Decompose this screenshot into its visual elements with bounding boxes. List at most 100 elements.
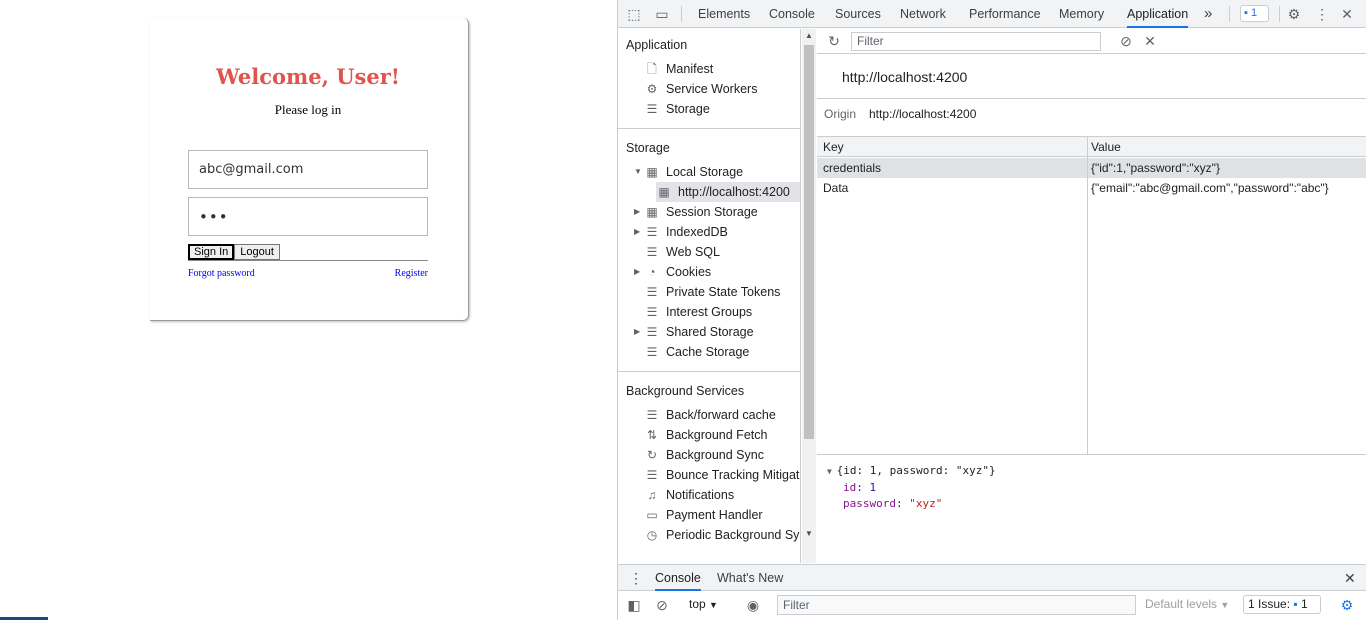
toolbar-separator (681, 6, 682, 22)
storage-main-panel: ↻ Filter ⊘ ✕ http://localhost:4200 Origi… (817, 29, 1366, 563)
sidebar-item-payment-handler[interactable]: ▭ Payment Handler (646, 505, 763, 525)
sidebar-toggle-icon[interactable]: ◧ (625, 596, 643, 614)
sidebar-item-label: Background Fetch (666, 428, 768, 442)
origin-value: http://localhost:4200 (869, 107, 977, 121)
sidebar-item-private-state-tokens[interactable]: ☰ Private State Tokens (647, 282, 781, 302)
context-selector[interactable]: top ▼ (689, 597, 718, 611)
sidebar-item-session-storage[interactable]: ▶ ▦ Session Storage (634, 202, 758, 222)
sidebar-item-periodic-background-sync[interactable]: ◷ Periodic Background Sync (647, 525, 800, 545)
eye-icon[interactable]: ◉ (744, 596, 762, 614)
expanded-arrow-icon[interactable]: ▼ (634, 162, 642, 182)
collapsed-arrow-icon[interactable]: ▶ (634, 262, 642, 282)
column-header-key[interactable]: Key (817, 137, 1087, 157)
dropdown-arrow-icon: ▼ (709, 600, 718, 610)
scroll-down-icon[interactable]: ▼ (805, 529, 813, 538)
table-row[interactable]: Data {"email":"abc@gmail.com","password"… (817, 178, 1366, 198)
sidebar-item-label: Payment Handler (666, 508, 763, 522)
sidebar-item-storage[interactable]: ☰ Storage (647, 99, 710, 119)
sidebar-item-web-sql[interactable]: ☰ Web SQL (647, 242, 720, 262)
device-toolbar-icon[interactable]: ▭ (653, 5, 671, 23)
console-filter-input[interactable]: Filter (777, 595, 1136, 615)
sidebar-item-label: Web SQL (666, 245, 720, 259)
row-key: credentials (823, 161, 882, 175)
sidebar-item-localhost-4200[interactable]: ▦ http://localhost:4200 (656, 182, 800, 202)
sidebar-item-cookies[interactable]: ▶ ◔ Cookies (634, 262, 712, 282)
sidebar-item-shared-storage[interactable]: ▶ ☰ Shared Storage (634, 322, 754, 342)
value-preview: ▼ {id: 1, password: "xyz"} id: 1 passwor… (827, 463, 996, 512)
toolbar-separator (1279, 6, 1280, 22)
sidebar-item-back-forward-cache[interactable]: ☰ Back/forward cache (647, 405, 776, 425)
sidebar-item-label: http://localhost:4200 (678, 185, 790, 199)
clear-console-icon[interactable]: ⊘ (653, 596, 671, 614)
tab-application[interactable]: Application (1127, 0, 1189, 28)
database-icon: ☰ (646, 245, 658, 259)
collapsed-arrow-icon[interactable]: ▶ (634, 322, 642, 342)
more-options-icon[interactable]: ⋮ (1313, 5, 1331, 23)
delete-selected-icon[interactable]: ✕ (1141, 32, 1159, 50)
tab-sources[interactable]: Sources (835, 0, 881, 28)
scrollbar-thumb[interactable] (804, 45, 814, 439)
sidebar-item-local-storage[interactable]: ▼ ▦ Local Storage (634, 162, 743, 182)
sidebar-vertical-scrollbar[interactable]: ▲ ▼ (802, 29, 816, 563)
table-icon: ▦ (646, 165, 658, 179)
sidebar-item-manifest[interactable]: 🗋 Manifest (647, 59, 713, 79)
tab-elements[interactable]: Elements (698, 0, 750, 28)
sign-in-button[interactable]: Sign In (188, 244, 235, 260)
table-icon: ▦ (658, 185, 670, 199)
console-settings-gear-icon[interactable]: ⚙ (1338, 596, 1356, 614)
close-drawer-icon[interactable]: ✕ (1344, 565, 1356, 591)
refresh-icon[interactable]: ↻ (825, 32, 843, 50)
credit-card-icon: ▭ (646, 508, 658, 522)
issues-counter[interactable]: 1 Issue: ▪ 1 (1243, 595, 1321, 614)
storage-table: Key Value credentials {"id":1,"password"… (817, 136, 1366, 455)
table-row[interactable]: credentials {"id":1,"password":"xyz"} (817, 158, 1366, 178)
sidebar-item-service-workers[interactable]: ⚙ Service Workers (647, 79, 758, 99)
expanded-arrow-icon[interactable]: ▼ (827, 467, 837, 476)
sidebar-item-interest-groups[interactable]: ☰ Interest Groups (647, 302, 753, 322)
database-icon: ☰ (646, 468, 658, 482)
collapsed-arrow-icon[interactable]: ▶ (634, 222, 642, 242)
more-tabs-icon[interactable]: » (1204, 0, 1212, 28)
register-link[interactable]: Register (395, 268, 428, 279)
tab-console[interactable]: Console (769, 0, 815, 28)
settings-gear-icon[interactable]: ⚙ (1285, 5, 1303, 23)
sidebar-item-notifications[interactable]: ♫ Notifications (648, 485, 735, 505)
clear-all-icon[interactable]: ⊘ (1117, 32, 1135, 50)
password-field[interactable]: ••• (188, 197, 428, 236)
forgot-password-link[interactable]: Forgot password (188, 268, 255, 279)
database-icon: ☰ (646, 408, 658, 422)
table-icon: ▦ (646, 205, 658, 219)
sidebar-item-label: Cookies (666, 265, 712, 279)
tab-performance[interactable]: Performance (969, 0, 1041, 28)
drawer-tab-whats-new[interactable]: What's New (717, 565, 783, 591)
sidebar-section-storage: Storage (626, 141, 670, 155)
log-levels-dropdown[interactable]: Default levels ▼ (1145, 597, 1229, 611)
tab-network[interactable]: Network (900, 0, 946, 28)
column-header-value[interactable]: Value (1088, 137, 1366, 157)
tab-memory[interactable]: Memory (1059, 0, 1104, 28)
issues-badge-count: 1 (1250, 7, 1258, 19)
row-value: {"id":1,"password":"xyz"} (1091, 161, 1220, 175)
close-icon[interactable]: ✕ (1338, 5, 1356, 23)
sidebar-item-label: IndexedDB (666, 225, 728, 239)
issues-badge[interactable]: ▪ 1 (1240, 5, 1269, 22)
welcome-title: Welcome, User! (216, 64, 400, 89)
collapsed-arrow-icon[interactable]: ▶ (634, 202, 642, 222)
sidebar-section-application: Application (626, 38, 688, 52)
drawer-tab-console[interactable]: Console (655, 565, 701, 591)
storage-filter-input[interactable]: Filter (851, 32, 1101, 51)
inspect-element-icon[interactable]: ⬚ (625, 5, 643, 23)
sidebar-item-indexeddb[interactable]: ▶ ☰ IndexedDB (634, 222, 728, 242)
email-field[interactable]: abc@gmail.com (188, 150, 428, 189)
sidebar-item-background-fetch[interactable]: ⇅ Background Fetch (647, 425, 768, 445)
logout-button[interactable]: Logout (234, 244, 280, 260)
column-divider (1087, 137, 1088, 455)
sidebar-item-cache-storage[interactable]: ☰ Cache Storage (647, 342, 750, 362)
preview-password-line: password: "xyz" (843, 497, 943, 510)
scroll-up-icon[interactable]: ▲ (805, 31, 813, 40)
sidebar-item-background-sync[interactable]: ↻ Background Sync (647, 445, 764, 465)
sidebar-item-bounce-tracking[interactable]: ☰ Bounce Tracking Mitigatic (647, 465, 800, 485)
console-toolbar: ◧ ⊘ top ▼ ◉ Filter Default levels ▼ 1 Is… (618, 591, 1366, 620)
drawer-menu-icon[interactable]: ⋮ (629, 565, 643, 591)
preview-summary[interactable]: ▼ {id: 1, password: "xyz"} (827, 463, 996, 480)
